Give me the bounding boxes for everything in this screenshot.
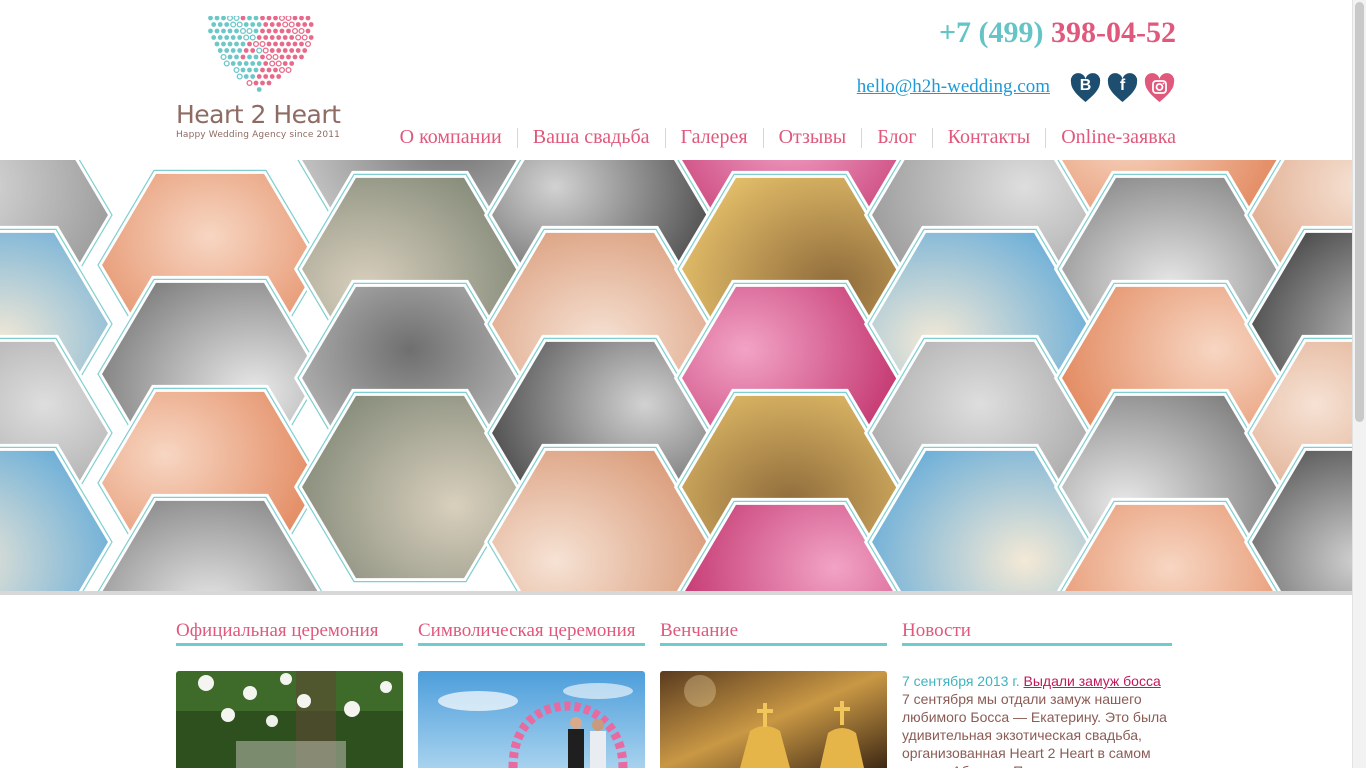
- instagram-icon: [1144, 73, 1175, 102]
- main-nav: О компании Ваша свадьба Галерея Отзывы Б…: [400, 126, 1176, 149]
- collage-bottom-shadow: [0, 591, 1352, 595]
- page: Heart 2 Heart Happy Wedding Agency since…: [0, 0, 1352, 768]
- phone-number[interactable]: +7 (499) 398-04-52: [939, 16, 1176, 50]
- photo-collage: [0, 160, 1352, 595]
- facebook-link[interactable]: f: [1107, 73, 1138, 103]
- logo[interactable]: Heart 2 Heart Happy Wedding Agency since…: [176, 16, 346, 146]
- vk-glyph: B: [1079, 77, 1092, 94]
- nav-divider: [1045, 127, 1047, 148]
- nav-item-contacts[interactable]: Контакты: [948, 126, 1031, 149]
- official-ceremony-photo[interactable]: [176, 671, 403, 768]
- church-wedding-title[interactable]: Венчание: [660, 620, 887, 642]
- title-underline: [660, 643, 887, 646]
- title-underline: [418, 643, 645, 646]
- phone-main: 398-04-52: [1051, 16, 1176, 49]
- phone-code: +7 (499): [938, 16, 1044, 49]
- nav-divider: [762, 127, 764, 148]
- nav-divider: [931, 127, 933, 148]
- nav-item-online-request[interactable]: Online-заявка: [1061, 126, 1176, 149]
- symbolic-ceremony-title[interactable]: Символическая церемония: [418, 620, 645, 642]
- facebook-glyph: f: [1119, 77, 1126, 94]
- nav-divider: [516, 127, 518, 148]
- title-underline: [902, 643, 1172, 646]
- scrollbar-thumb[interactable]: [1355, 2, 1364, 422]
- news-title[interactable]: Новости: [902, 620, 1129, 642]
- nav-item-about[interactable]: О компании: [400, 126, 502, 149]
- nav-item-reviews[interactable]: Отзывы: [779, 126, 847, 149]
- heart-dots-logo-icon: [208, 16, 314, 92]
- official-ceremony-title[interactable]: Официальная церемония: [176, 620, 403, 642]
- news-text: 7 сентября мы отдали замуж нашего любимо…: [902, 691, 1167, 768]
- scrollbar[interactable]: [1352, 0, 1366, 768]
- news-item: 7 сентября 2013 г. Выдали замуж босса 7 …: [902, 672, 1172, 768]
- nav-divider: [861, 127, 863, 148]
- gallery-photo-tile: [0, 443, 117, 595]
- hexagon-gallery: [0, 160, 1352, 595]
- nav-item-blog[interactable]: Блог: [877, 126, 916, 149]
- email-link[interactable]: hello@h2h-wedding.com: [857, 76, 1050, 98]
- news-date: 7 сентября 2013 г.: [902, 673, 1020, 689]
- church-wedding-photo[interactable]: [660, 671, 887, 768]
- nav-divider: [664, 127, 666, 148]
- title-underline: [176, 643, 403, 646]
- brand-tagline: Happy Wedding Agency since 2011: [176, 130, 341, 140]
- nav-item-your-wedding[interactable]: Ваша свадьба: [533, 126, 650, 149]
- news-title-link[interactable]: Выдали замуж босса: [1024, 673, 1161, 689]
- symbolic-ceremony-photo[interactable]: [418, 671, 645, 768]
- nav-item-gallery[interactable]: Галерея: [681, 126, 748, 149]
- instagram-link[interactable]: [1144, 73, 1175, 103]
- brand-name: Heart 2 Heart: [176, 100, 341, 129]
- vk-link[interactable]: B: [1070, 73, 1101, 103]
